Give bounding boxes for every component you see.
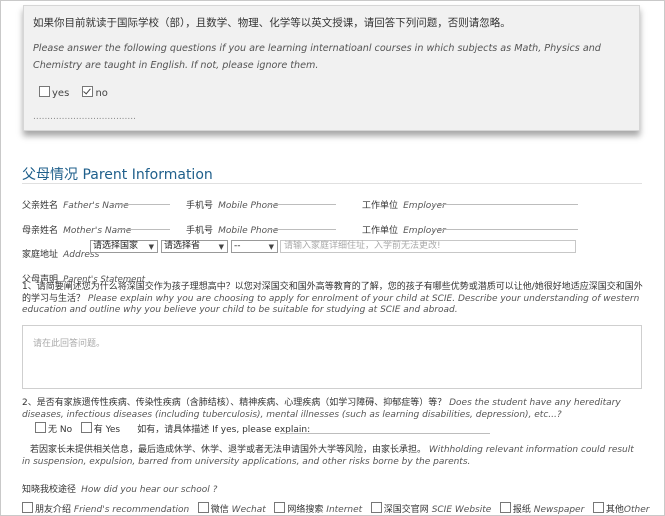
question-1-answer-textarea[interactable]: 请在此回答问题。	[22, 325, 642, 389]
notice-text-zh: 如果你目前就读于国际学校（部），且数学、物理、化学等以英文授课，请回答下列问题，…	[33, 17, 511, 29]
mother-name-label: 母亲姓名 Mother's Name	[22, 226, 132, 236]
disease-explain-input[interactable]	[280, 433, 490, 434]
father-phone-label: 手机号 Mobile Phone	[186, 201, 279, 211]
disease-options: 无 No 有 Yes 如有，请具体描述 If yes, please expla…	[35, 422, 310, 435]
disease-yes-checkbox[interactable]	[80, 422, 92, 433]
question-1-text: 1、请简要阐述您为什么将深国交作为孩子理想高中？以您对深国交和国外高等教育的了解…	[22, 282, 643, 315]
source-label: 知晓我校途径 How did you hear our school ?	[22, 485, 218, 495]
notice-dots: ....................................	[33, 112, 136, 122]
notice-options: yes no	[39, 86, 118, 99]
mother-phone-input[interactable]	[266, 229, 336, 230]
mother-phone-label: 手机号 Mobile Phone	[186, 226, 279, 236]
chevron-down-icon: ▼	[268, 243, 274, 251]
chevron-down-icon: ▼	[218, 243, 224, 251]
source-other-checkbox[interactable]	[592, 502, 604, 513]
source-newspaper-checkbox[interactable]	[499, 502, 511, 513]
source-options: 朋友介绍 Friend's recommendation 微信 Wechat 网…	[22, 502, 649, 515]
source-wechat-checkbox[interactable]	[197, 502, 209, 513]
section-divider	[22, 183, 642, 184]
no-checkbox[interactable]	[82, 86, 94, 97]
disease-no-label: 无 No	[48, 425, 73, 435]
yes-label: yes	[52, 88, 70, 99]
disease-yes-label: 有 Yes	[93, 425, 121, 435]
disclosure-warning: 若因家长未提供相关信息，最后造成休学、休学、退学或者无法申请国外大学等风险，由家…	[22, 445, 634, 467]
source-website-checkbox[interactable]	[370, 502, 382, 513]
father-name-input[interactable]	[112, 204, 170, 205]
international-course-notice: 如果你目前就读于国际学校（部），且数学、物理、化学等以英文授课，请回答下列问题，…	[23, 5, 640, 131]
yes-checkbox[interactable]	[39, 86, 50, 97]
disease-no-checkbox[interactable]	[35, 422, 46, 433]
father-employer-label: 工作单位 Employer	[362, 201, 446, 211]
notice-text-en: Please answer the following questions if…	[33, 43, 601, 71]
no-label: no	[95, 88, 108, 99]
mother-employer-label: 工作单位 Employer	[362, 226, 446, 236]
father-employer-input[interactable]	[432, 204, 578, 205]
city-select[interactable]: -- ▼	[231, 240, 278, 253]
address-detail-input[interactable]: 请输入家庭详细住址，入学前无法更改!	[280, 240, 576, 253]
mother-employer-input[interactable]	[432, 229, 578, 230]
province-select[interactable]: 请选择省 ▼	[161, 240, 228, 253]
section-title: 父母情况 Parent Information	[22, 167, 213, 183]
source-friend-checkbox[interactable]	[22, 502, 33, 513]
country-select[interactable]: 请选择国家 ▼	[90, 240, 158, 253]
mother-name-input[interactable]	[116, 229, 170, 230]
address-label: 家庭地址 Address	[22, 250, 100, 260]
question-2-text: 2、是否有家族遗传性疾病、传染性疾病（含肺结核）、精神疾病、心理疾病（如学习障碍…	[22, 398, 621, 420]
source-internet-checkbox[interactable]	[274, 502, 286, 513]
father-name-label: 父亲姓名 Father's Name	[22, 201, 129, 211]
chevron-down-icon: ▼	[148, 243, 154, 251]
father-phone-input[interactable]	[266, 204, 336, 205]
